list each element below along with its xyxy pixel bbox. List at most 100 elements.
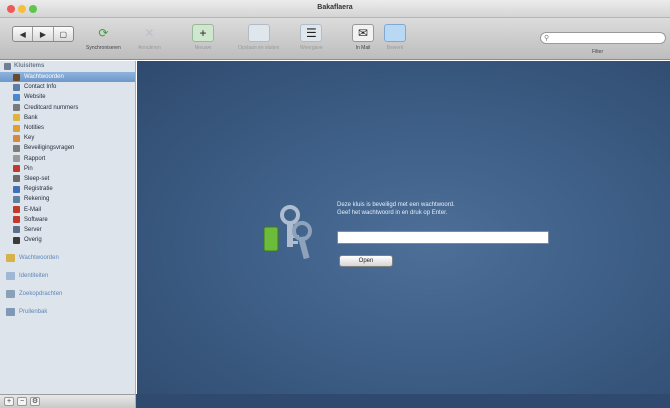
sidebar-item-sleep-set[interactable]: Sleep-set [0, 174, 135, 184]
toolbar-item-view[interactable]: ☰ Weergave [300, 24, 323, 51]
category-icon [13, 73, 20, 81]
toolbar-item-cancel[interactable]: ✕ Annuleren [138, 24, 161, 51]
sidebar-item-label: Registratie [24, 186, 53, 193]
sidebar-item-label: Bank [24, 114, 38, 121]
search-input[interactable]: ⚲ [540, 32, 666, 44]
lock-button[interactable]: ▢ [54, 27, 73, 41]
category-icon [13, 165, 20, 173]
toolbar-item-mail[interactable]: ✉ In Mail [352, 24, 374, 51]
sidebar-item-label: Key [24, 135, 35, 142]
mail-icon: ✉ [352, 24, 374, 42]
sidebar-item-creditcard-nummers[interactable]: Creditcard nummers [0, 103, 135, 113]
sidebar-item-contact-info[interactable]: Contact Info [0, 82, 135, 92]
sidebar-section-prullenbak[interactable]: Prullenbak [0, 303, 135, 321]
sidebar-item-website[interactable]: Website [0, 92, 135, 102]
sidebar-section-zoekopdrachten[interactable]: Zoekopdrachten [0, 285, 135, 303]
sidebar-item-rekening[interactable]: Rekening [0, 194, 135, 204]
sidebar-item-overig[interactable]: Overig [0, 235, 135, 245]
sidebar-item-label: Rekening [24, 196, 50, 203]
toolbar-item-save[interactable]: Opslaan en sluiten [238, 24, 279, 51]
view-icon: ☰ [300, 24, 323, 42]
sidebar-section-label: Zoekopdrachten [19, 291, 63, 298]
trash-icon [6, 308, 15, 317]
toolbar: ◀ ▶ ▢ ⟳ Synchroniseren ✕ Annuleren + Nie… [0, 18, 670, 60]
status-bar [136, 394, 670, 408]
category-icon [13, 114, 20, 122]
cancel-icon: ✕ [144, 26, 155, 40]
new-item-icon: + [192, 24, 214, 42]
sidebar-section-identiteiten[interactable]: Identiteiten [0, 267, 135, 285]
vault-icon [4, 63, 11, 70]
toolbar-item-new[interactable]: + Nieuwe [192, 24, 214, 51]
sidebar-bottom-bar: + − ⚙ [0, 394, 136, 408]
forward-button[interactable]: ▶ [33, 27, 54, 41]
category-icon [13, 216, 20, 224]
sidebar-item-label: Rapport [24, 155, 46, 162]
window-title: Bakaflaera [317, 4, 353, 11]
sidebar-item-bank[interactable]: Bank [0, 113, 135, 123]
sidebar-item-notities[interactable]: Notities [0, 123, 135, 133]
navigation-segment: ◀ ▶ ▢ [12, 26, 74, 42]
folder-icon [6, 254, 15, 263]
unlock-panel: Deze kluis is beveiligd met een wachtwoo… [137, 61, 670, 394]
sidebar-section-label: Identiteiten [19, 273, 49, 280]
sidebar-item-label: Overig [24, 237, 42, 244]
sidebar-item-beveiligingsvragen[interactable]: Beveiligingsvragen [0, 143, 135, 153]
keys-icon [263, 205, 312, 260]
category-icon [13, 185, 20, 193]
category-icon [13, 134, 20, 142]
category-icon [13, 124, 20, 132]
sidebar-item-label: Server [24, 226, 42, 233]
toolbar-item-edit[interactable]: Bewerk [384, 24, 406, 51]
sidebar-item-server[interactable]: Server [0, 225, 135, 235]
category-icon [13, 206, 20, 214]
title-bar: Bakaflaera [0, 0, 670, 18]
sidebar-section-wachtwoorden[interactable]: Wachtwoorden [0, 249, 135, 267]
remove-button[interactable]: − [17, 397, 27, 406]
sidebar-item-label: Sleep-set [24, 175, 50, 182]
category-icon [13, 155, 20, 163]
sidebar: Kluisitems Wachtwoorden Contact Info Websi… [0, 61, 136, 394]
sidebar-item-key[interactable]: Key [0, 133, 135, 143]
category-icon [13, 226, 20, 234]
sidebar-item-e-mail[interactable]: E-Mail [0, 204, 135, 214]
sidebar-item-label: Wachtwoorden [24, 74, 64, 81]
sidebar-item-label: Notities [24, 125, 45, 132]
search-folder-icon [6, 290, 15, 299]
category-icon [13, 195, 20, 203]
sidebar-item-label: Beveiligingsvragen [24, 145, 75, 152]
sidebar-item-label: Website [24, 94, 46, 101]
sidebar-item-label: Contact Info [24, 84, 57, 91]
sidebar-item-software[interactable]: Software [0, 215, 135, 225]
sidebar-item-label: Creditcard nummers [24, 104, 79, 111]
sidebar-item-registratie[interactable]: Registratie [0, 184, 135, 194]
sidebar-section-label: Wachtwoorden [19, 255, 59, 262]
action-button[interactable]: ⚙ [30, 397, 40, 406]
sidebar-item-label: Pin [24, 165, 33, 172]
folder-icon [6, 272, 15, 281]
sidebar-section-label: Prullenbak [19, 309, 48, 316]
sidebar-header[interactable]: Kluisitems [0, 61, 135, 72]
back-button[interactable]: ◀ [13, 27, 34, 41]
filter-label: Filter [592, 49, 604, 55]
category-icon [13, 104, 20, 112]
sidebar-item-wachtwoorden[interactable]: Wachtwoorden [0, 72, 135, 83]
lock-message-line-1: Deze kluis is beveiligd met een wachtwoo… [337, 202, 455, 208]
toolbar-item-sync[interactable]: ⟳ Synchroniseren [86, 24, 121, 51]
sidebar-item-label: E-Mail [24, 206, 42, 213]
category-icon [13, 175, 20, 183]
category-icon [13, 83, 20, 91]
password-field[interactable] [337, 231, 549, 244]
search-icon: ⚲ [544, 35, 550, 42]
category-icon [13, 144, 20, 152]
sync-icon: ⟳ [98, 26, 109, 40]
category-icon [13, 93, 20, 101]
sidebar-item-rapport[interactable]: Rapport [0, 154, 135, 164]
sidebar-item-pin[interactable]: Pin [0, 164, 135, 174]
category-icon [13, 236, 20, 244]
open-button[interactable]: Open [339, 255, 393, 267]
lock-message-line-2: Geef het wachtwoord in en druk op Enter. [337, 210, 448, 216]
save-icon [247, 24, 270, 42]
add-button[interactable]: + [4, 397, 14, 406]
lock-message: Deze kluis is beveiligd met een wachtwoo… [337, 201, 455, 217]
